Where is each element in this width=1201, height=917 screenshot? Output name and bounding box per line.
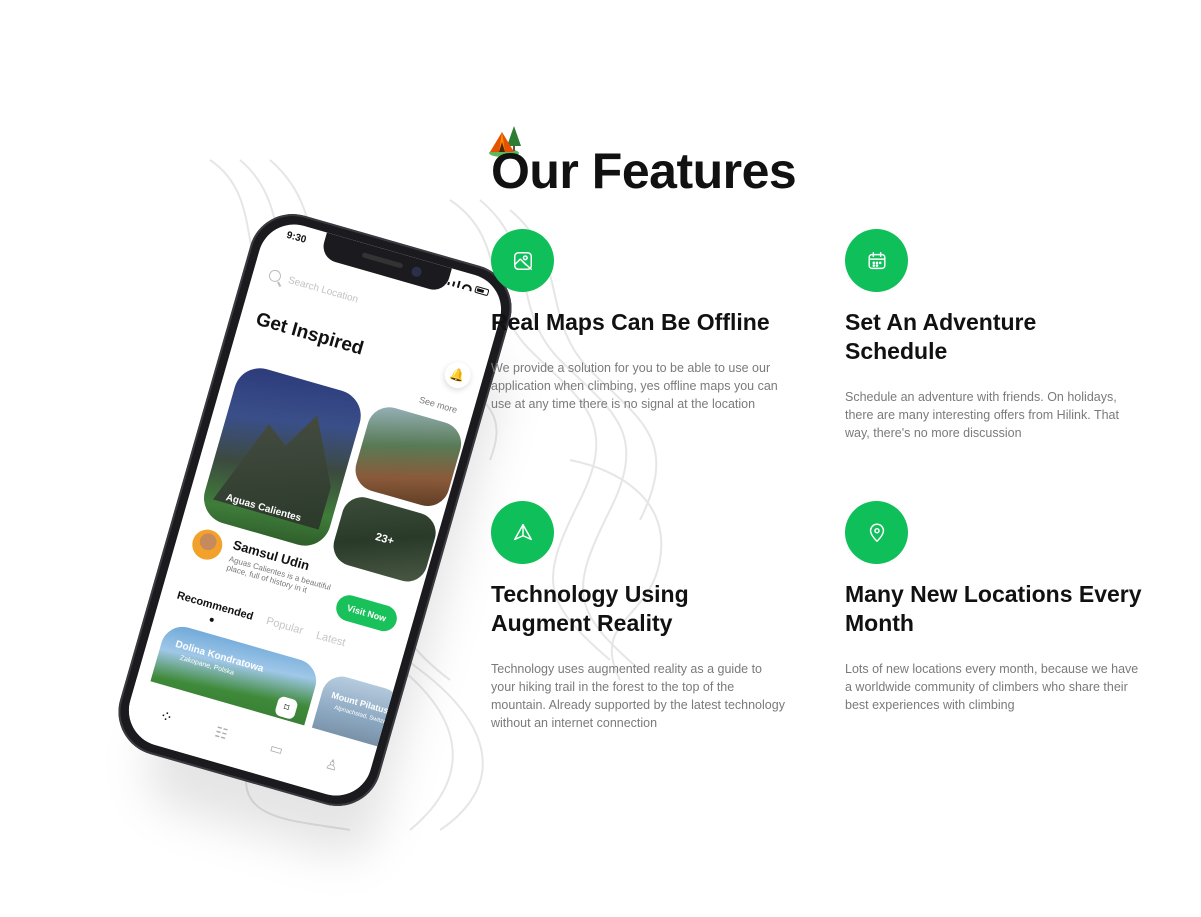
thumbnail-image[interactable] (350, 402, 467, 512)
status-time: 9:30 (285, 229, 308, 246)
feature-item: Real Maps Can Be Offline We provide a so… (491, 229, 786, 413)
speaker (361, 252, 404, 269)
section-title: Our Features (491, 143, 797, 199)
feature-description: Lots of new locations every month, becau… (845, 662, 1139, 712)
battery-icon (474, 285, 490, 297)
phone-heading: Get Inspired (253, 308, 366, 360)
list-icon[interactable]: ☷ (213, 723, 229, 743)
chat-icon[interactable]: ▭ (268, 739, 285, 759)
calendar-icon (845, 229, 908, 292)
compass-icon (491, 501, 554, 564)
avatar (188, 526, 226, 564)
feature-heading: Many New Locations Every Month (845, 581, 1142, 636)
feature-item: Many New Locations Every Month Lots of n… (845, 501, 1145, 714)
bookmark-icon[interactable]: ⌑ (274, 695, 299, 721)
more-images-thumbnail[interactable]: 23+ (328, 492, 441, 587)
feature-description: Technology uses augmented reality as a g… (491, 662, 785, 730)
signal-bar (452, 281, 456, 287)
feature-description: Schedule an adventure with friends. On h… (845, 390, 1119, 440)
feature-heading: Set An Adventure Schedule (845, 309, 1037, 364)
signal-bar (456, 280, 461, 289)
more-count: 23+ (373, 530, 396, 548)
feature-item: Technology Using Augment Reality Technol… (491, 501, 786, 732)
map-photo-icon (491, 229, 554, 292)
search-icon (267, 268, 283, 284)
phone-mockup: 9:30 Search Location Get Inspired 🔔 See … (60, 200, 522, 865)
home-grid-icon[interactable]: ⁘ (157, 706, 175, 729)
search-input[interactable]: Search Location (287, 274, 360, 304)
signal-icon (447, 281, 450, 286)
tab-latest[interactable]: Latest (315, 629, 347, 649)
tab-recommended[interactable]: Recommended (175, 590, 254, 623)
bell-icon[interactable]: 🔔 (441, 359, 474, 392)
visit-now-button[interactable]: Visit Now (333, 592, 400, 635)
feature-description: We provide a solution for you to be able… (491, 361, 778, 411)
location-pin-icon (845, 501, 908, 564)
search-bar[interactable]: Search Location (267, 268, 360, 305)
feature-heading: Real Maps Can Be Offline (491, 309, 770, 335)
feature-item: Set An Adventure Schedule Schedule an ad… (845, 229, 1140, 442)
camera-icon (410, 265, 423, 278)
tab-popular[interactable]: Popular (265, 615, 305, 637)
see-more-link[interactable]: See more (418, 395, 458, 415)
wifi-icon (461, 283, 473, 292)
feature-heading: Technology Using Augment Reality (491, 581, 689, 636)
status-icons (447, 278, 490, 297)
profile-icon[interactable]: ♙ (324, 755, 340, 775)
